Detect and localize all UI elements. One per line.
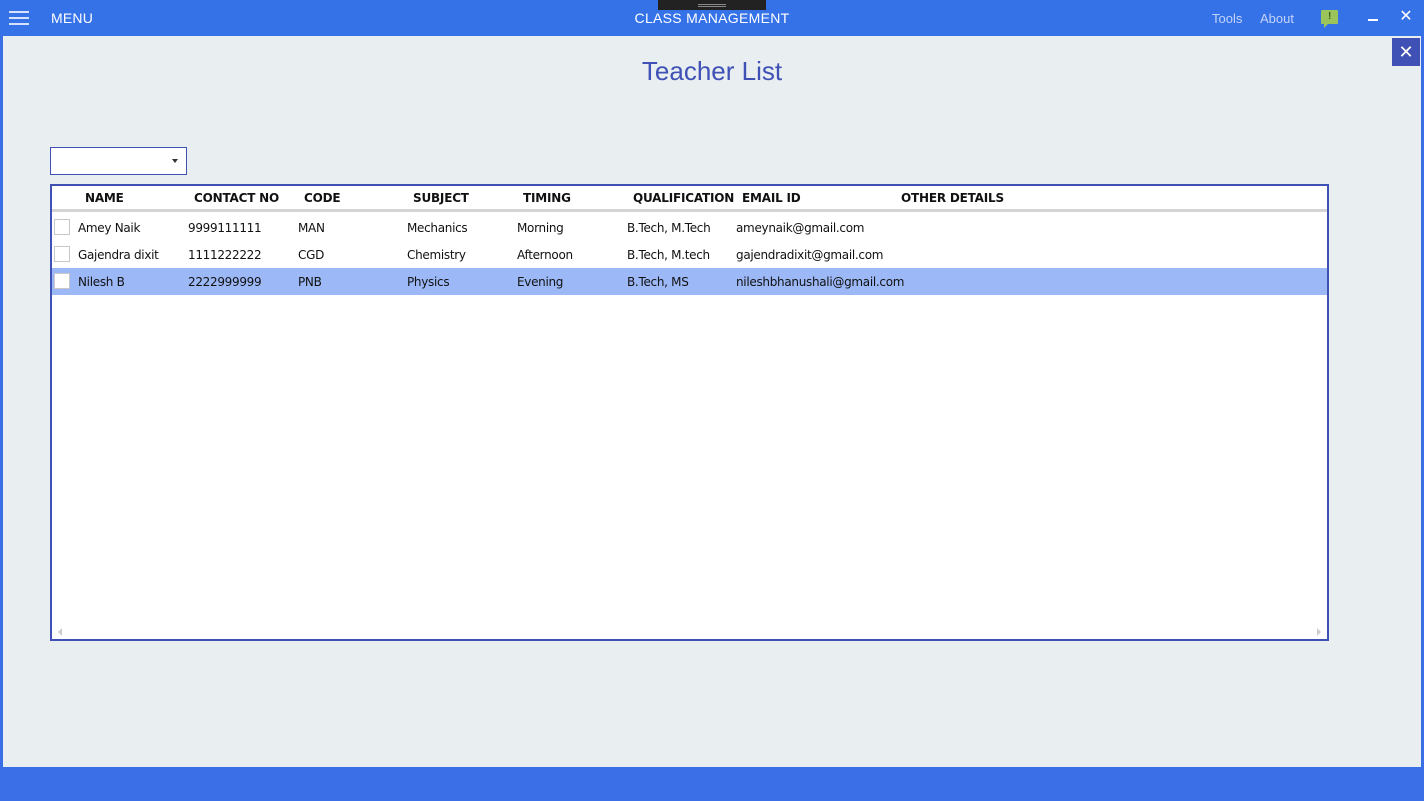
tools-menu-link[interactable]: Tools	[1212, 11, 1242, 26]
about-menu-link[interactable]: About	[1260, 11, 1294, 26]
column-header-subject[interactable]: SUBJECT	[413, 191, 469, 205]
scroll-left-arrow-icon[interactable]	[58, 628, 62, 636]
row-checkbox[interactable]	[54, 246, 70, 262]
app-title: CLASS MANAGEMENT	[634, 10, 790, 26]
column-header-name[interactable]: NAME	[85, 191, 124, 205]
cell-qualification: B.Tech, M.Tech	[627, 221, 711, 235]
column-header-code[interactable]: CODE	[304, 191, 341, 205]
row-checkbox[interactable]	[54, 219, 70, 235]
column-header-other-details[interactable]: OTHER DETAILS	[901, 191, 1004, 205]
column-header-qualification[interactable]: QUALIFICATION	[633, 191, 734, 205]
close-icon[interactable]: ✕	[1398, 8, 1414, 26]
cell-timing: Morning	[517, 221, 564, 235]
cell-name: Nilesh B	[78, 275, 125, 289]
cell-timing: Afternoon	[517, 248, 573, 262]
cell-qualification: B.Tech, M.tech	[627, 248, 710, 262]
cell-timing: Evening	[517, 275, 564, 289]
table-row-selected[interactable]: Nilesh B 2222999999 PNB Physics Evening …	[52, 268, 1327, 295]
close-page-button[interactable]: ✕	[1392, 38, 1420, 66]
scroll-right-arrow-icon[interactable]	[1317, 628, 1321, 636]
cell-subject: Chemistry	[407, 248, 466, 262]
cell-subject: Physics	[407, 275, 450, 289]
row-checkbox[interactable]	[54, 273, 70, 289]
cell-contact: 2222999999	[188, 275, 262, 289]
grid-header: NAME CONTACT NO CODE SUBJECT TIMING QUAL…	[52, 186, 1327, 212]
filter-dropdown[interactable]	[50, 147, 187, 175]
cell-contact: 9999111111	[188, 221, 262, 235]
table-row[interactable]: Amey Naik 9999111111 MAN Mechanics Morni…	[52, 214, 1327, 241]
table-row[interactable]: Gajendra dixit 1111222222 CGD Chemistry …	[52, 241, 1327, 268]
feedback-icon[interactable]: !	[1321, 10, 1338, 28]
cell-subject: Mechanics	[407, 221, 468, 235]
cell-code: MAN	[298, 221, 325, 235]
minimize-icon[interactable]	[1366, 10, 1380, 26]
cell-code: PNB	[298, 275, 322, 289]
column-header-email[interactable]: EMAIL ID	[742, 191, 801, 205]
chevron-down-icon	[172, 159, 178, 163]
cell-name: Amey Naik	[78, 221, 141, 235]
column-header-timing[interactable]: TIMING	[523, 191, 571, 205]
window-drag-grip[interactable]	[658, 0, 766, 10]
teacher-grid[interactable]: NAME CONTACT NO CODE SUBJECT TIMING QUAL…	[50, 184, 1329, 641]
footer-bar	[0, 770, 1424, 801]
cell-email: ameynaik@gmail.com	[736, 221, 865, 235]
title-bar: MENU CLASS MANAGEMENT Tools About ! ✕	[0, 0, 1424, 36]
cell-code: CGD	[298, 248, 325, 262]
column-header-contact[interactable]: CONTACT NO	[194, 191, 279, 205]
page-title: Teacher List	[641, 56, 783, 86]
cell-name: Gajendra dixit	[78, 248, 159, 262]
cell-email: nileshbhanushali@gmail.com	[736, 275, 905, 289]
cell-email: gajendradixit@gmail.com	[736, 248, 884, 262]
cell-contact: 1111222222	[188, 248, 262, 262]
cell-qualification: B.Tech, MS	[627, 275, 689, 289]
main-content: Teacher List ✕ NAME CONTACT NO CODE SUBJ…	[3, 36, 1421, 767]
